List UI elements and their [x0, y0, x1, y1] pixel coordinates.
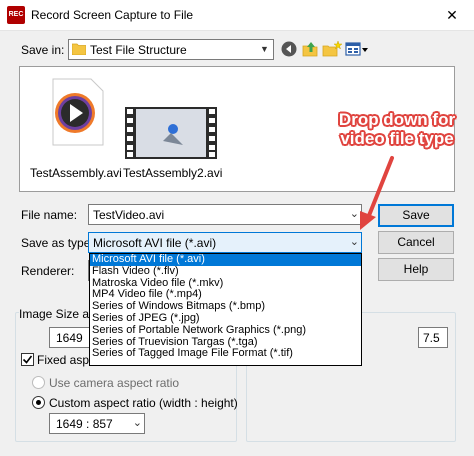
annotation-arrow-icon	[360, 156, 394, 230]
